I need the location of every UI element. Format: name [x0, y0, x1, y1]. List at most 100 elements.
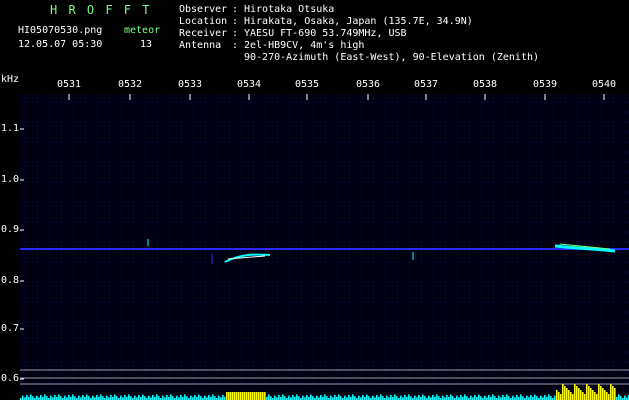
- histogram-bar: [226, 392, 228, 400]
- image-filename: HI05070530.png: [18, 25, 103, 36]
- histogram-bar: [554, 395, 556, 400]
- histogram-bar: [522, 396, 524, 400]
- histogram-bar: [208, 395, 210, 400]
- histogram-bar: [218, 395, 220, 400]
- histogram-bar: [134, 395, 136, 400]
- histogram-bar: [464, 394, 466, 400]
- histogram-bar: [102, 396, 104, 400]
- histogram-bar: [582, 392, 584, 400]
- histogram-bar: [436, 394, 438, 400]
- histogram-bar: [606, 392, 608, 400]
- histogram-bar: [586, 384, 588, 400]
- histogram-bar: [366, 394, 368, 400]
- histogram-bar: [400, 395, 402, 400]
- histogram-bar: [488, 395, 490, 400]
- histogram-bar: [198, 394, 200, 400]
- histogram-bar: [452, 396, 454, 400]
- y-axis-unit: kHz: [1, 74, 20, 85]
- histogram-bar: [492, 394, 494, 400]
- histogram-bar: [310, 394, 312, 400]
- histogram-bar: [470, 395, 472, 400]
- histogram-bar: [498, 395, 500, 400]
- histogram-bar: [368, 396, 370, 400]
- histogram-bar: [382, 396, 384, 400]
- histogram-bar: [480, 396, 482, 400]
- histogram-bar: [550, 396, 552, 400]
- histogram-bar: [176, 395, 178, 400]
- y-tick-label: 0.6: [1, 373, 20, 384]
- y-tick-label: 0.8: [1, 275, 20, 286]
- histogram-bar: [22, 395, 24, 400]
- histogram-bar: [608, 394, 610, 400]
- histogram-bar: [566, 388, 568, 400]
- histogram-bar: [128, 394, 130, 400]
- histogram-bar: [240, 392, 242, 400]
- y-tick-label: 1.1: [1, 123, 20, 134]
- histogram-bar: [138, 395, 140, 400]
- histogram-bar: [344, 395, 346, 400]
- histogram-bar: [288, 395, 290, 400]
- histogram-bar: [58, 394, 60, 400]
- histogram-bar: [256, 392, 258, 400]
- histogram-bar: [548, 394, 550, 400]
- histogram-bar: [320, 395, 322, 400]
- histogram-bar: [194, 395, 196, 400]
- histogram-bar: [334, 395, 336, 400]
- histogram-bar: [30, 394, 32, 400]
- histogram-bar: [46, 396, 48, 400]
- location-colon: :: [232, 16, 239, 27]
- histogram-bar: [536, 396, 538, 400]
- histogram-bar: [152, 395, 154, 400]
- histogram-bar: [64, 395, 66, 400]
- histogram-bar: [292, 395, 294, 400]
- meteor-label: meteor: [124, 25, 161, 36]
- histogram-bar: [460, 395, 462, 400]
- histogram-bar: [624, 395, 626, 400]
- x-tick-label: 0532: [118, 79, 143, 90]
- histogram-bar: [340, 396, 342, 400]
- histogram-bar: [568, 390, 570, 400]
- histogram-bar: [264, 392, 266, 400]
- location-key: Location: [179, 16, 228, 27]
- observation-datetime: 12.05.07 05:30: [18, 39, 103, 50]
- histogram-bar: [170, 394, 172, 400]
- histogram-bar: [506, 394, 508, 400]
- histogram-bar: [68, 395, 70, 400]
- histogram-bar: [252, 392, 254, 400]
- histogram-bar: [438, 396, 440, 400]
- histogram-bar: [580, 390, 582, 400]
- histogram-bar: [232, 392, 234, 400]
- x-tick-label: 0535: [295, 79, 320, 90]
- histogram-bar: [258, 392, 260, 400]
- histogram-bar: [162, 395, 164, 400]
- histogram-bar: [260, 392, 262, 400]
- histogram-bar: [32, 396, 34, 400]
- histogram-bar: [516, 395, 518, 400]
- histogram-bar: [600, 386, 602, 400]
- histogram-bar: [78, 395, 80, 400]
- histogram-bar: [598, 384, 600, 400]
- observer-key: Observer: [179, 4, 228, 15]
- histogram-bar: [96, 395, 98, 400]
- histogram-bar: [92, 395, 94, 400]
- histogram-bar: [456, 395, 458, 400]
- receiver-colon: :: [232, 28, 239, 39]
- histogram-bar: [204, 395, 206, 400]
- histogram-bar: [60, 396, 62, 400]
- histogram-bar: [40, 395, 42, 400]
- histogram-bar: [394, 394, 396, 400]
- histogram-bar: [262, 392, 264, 400]
- x-tick-label: 0531: [57, 79, 82, 90]
- histogram-bar: [574, 384, 576, 400]
- histogram-bar: [474, 395, 476, 400]
- location-value: Hirakata, Osaka, Japan (135.7E, 34.9N): [244, 16, 473, 27]
- histogram-bar: [466, 396, 468, 400]
- histogram-bar: [530, 395, 532, 400]
- x-tick-label: 0537: [414, 79, 439, 90]
- histogram-bar: [396, 396, 398, 400]
- histogram-bar: [422, 394, 424, 400]
- histogram-bar: [590, 388, 592, 400]
- histogram-bar: [44, 394, 46, 400]
- histogram-bar: [26, 395, 28, 400]
- histogram-bar: [588, 386, 590, 400]
